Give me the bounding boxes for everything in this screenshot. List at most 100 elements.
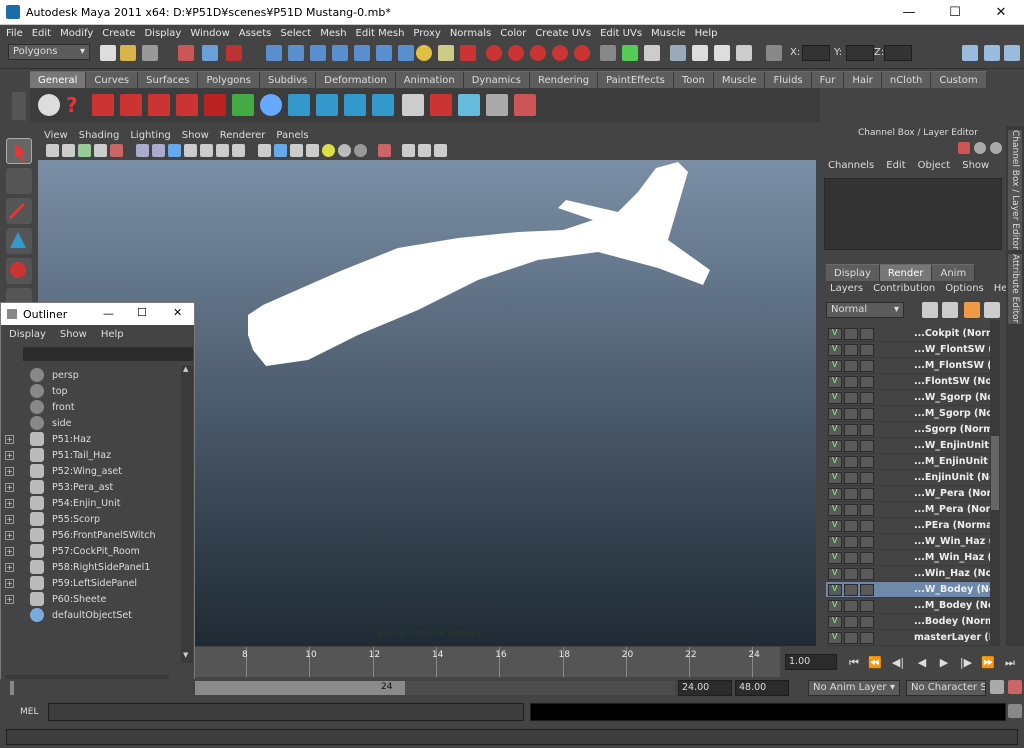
select-tool-icon[interactable] [6,138,32,164]
snap-view-plane-icon[interactable] [552,45,568,61]
close-button[interactable]: ✕ [978,0,1024,25]
step-forward-key-button[interactable]: |▶ [958,655,974,671]
layer-visibility-toggle[interactable] [828,615,842,628]
layer-visibility-toggle[interactable] [828,583,842,596]
shelf-tab-dynamics[interactable]: Dynamics [463,71,531,88]
shelf-tool-icon-12[interactable] [402,94,424,116]
snap-curve-icon[interactable] [508,45,524,61]
go-to-start-button[interactable]: ⏮ [846,655,862,671]
layer-row[interactable]: ...M_Sgorp (Normal) [826,406,990,422]
film-reel-icon[interactable] [38,94,60,116]
layer-render-toggle[interactable] [844,487,858,500]
resolution-gate-icon[interactable] [168,144,181,157]
layer-visibility-toggle[interactable] [828,327,842,340]
layer-render-toggle[interactable] [844,519,858,532]
layer-menu-options[interactable]: Options [945,283,984,294]
menu-display[interactable]: Display [144,28,181,39]
wireframe-icon[interactable] [258,144,271,157]
layer-recycle-toggle[interactable] [860,551,874,564]
menu-proxy[interactable]: Proxy [413,28,440,39]
shelf-tool-icon-7[interactable] [260,94,282,116]
expand-icon[interactable]: + [5,450,14,460]
shelf-tab-polygons[interactable]: Polygons [198,71,260,88]
new-scene-icon[interactable] [100,45,116,61]
snap-point-icon[interactable] [530,45,546,61]
shelf-tool-icon-4[interactable] [176,94,198,116]
layer-row[interactable]: ...W_Sgorp (Normal) [826,390,990,406]
shelf-tool-icon-11[interactable] [372,94,394,116]
layer-row[interactable]: ...W_Bodey (Normal) [826,582,990,598]
layer-row[interactable]: ...Sgorp (Normal) [826,422,990,438]
maximize-button[interactable]: ☐ [932,0,978,25]
output-connections-icon[interactable] [622,45,638,61]
command-language-label[interactable]: MEL [20,707,38,717]
layer-recycle-toggle[interactable] [860,407,874,420]
layer-render-toggle[interactable] [844,407,858,420]
channel-menu-object[interactable]: Object [918,160,951,171]
step-back-frame-button[interactable]: ⏪ [867,655,883,671]
layer-row[interactable]: ...M_EnjinUnit (Norm [826,454,990,470]
create-layer-icon[interactable] [922,302,938,318]
lock-selection-icon[interactable] [438,45,454,61]
channel-list[interactable] [824,178,1002,250]
time-slider[interactable]: 8 10 12 14 16 18 20 22 24 [195,647,780,677]
outliner-item[interactable]: + P51:Haz [5,431,91,447]
layer-recycle-toggle[interactable] [860,343,874,356]
outliner-filter-field[interactable] [23,347,193,361]
layer-row[interactable]: ...Cokpit (Normal) [826,326,990,342]
shelf-tab-rendering[interactable]: Rendering [530,71,599,88]
mask-misc-icon[interactable] [416,45,432,61]
layer-row[interactable]: ...M_Win_Haz (Norm [826,550,990,566]
shelf-tool-icon-16[interactable] [514,94,536,116]
shelf-tab-fur[interactable]: Fur [811,71,845,88]
wireframe-on-shaded-icon[interactable] [290,144,303,157]
layer-recycle-toggle[interactable] [860,359,874,372]
shelf-tab-toon[interactable]: Toon [673,71,714,88]
shelf-tool-icon-1[interactable] [92,94,114,116]
expand-icon[interactable]: + [5,466,14,476]
bookmarks-icon[interactable] [78,144,91,157]
render-settings-icon[interactable] [736,45,752,61]
mask-rendering-icon[interactable] [398,45,414,61]
layer-options-icon[interactable] [984,302,1000,318]
render-frame-icon[interactable] [692,45,708,61]
layer-row[interactable]: ...M_Pera (Normal) [826,502,990,518]
character-set-dropdown[interactable]: No Character Set [906,680,986,696]
lasso-tool-icon[interactable] [6,168,32,194]
range-slider-thumb[interactable] [195,681,405,695]
layer-render-toggle[interactable] [844,503,858,516]
shelf-tool-icon-10[interactable] [344,94,366,116]
layer-recycle-toggle[interactable] [860,599,874,612]
layer-render-toggle[interactable] [844,631,858,644]
layer-render-toggle[interactable] [844,583,858,596]
layer-menu-contribution[interactable]: Contribution [873,283,935,294]
layer-tab-anim[interactable]: Anim [932,264,976,281]
channel-box-icon-1[interactable] [958,142,970,154]
layer-render-toggle[interactable] [844,327,858,340]
outliner-item[interactable]: + P57:CockPit_Room [5,543,140,559]
select-object-icon[interactable] [202,45,218,61]
outliner-close-button[interactable]: ✕ [173,306,182,319]
layer-recycle-toggle[interactable] [860,631,874,644]
mask-surfaces-icon[interactable] [332,45,348,61]
z-field[interactable] [884,45,912,61]
image-plane-icon[interactable] [94,144,107,157]
outliner-item[interactable]: + P54:Enjin_Unit [5,495,120,511]
outliner-item[interactable]: side [5,415,71,431]
layer-visibility-toggle[interactable] [828,407,842,420]
go-to-end-button[interactable]: ⏭ [1002,655,1018,671]
layer-recycle-toggle[interactable] [860,423,874,436]
layer-render-toggle[interactable] [844,471,858,484]
layer-recycle-toggle[interactable] [860,391,874,404]
textured-icon[interactable] [306,144,319,157]
expand-icon[interactable]: + [5,482,14,492]
shelf-tab-ncloth[interactable]: nCloth [881,71,932,88]
range-left-handle[interactable] [10,681,14,695]
layer-visibility-toggle[interactable] [828,423,842,436]
layer-visibility-toggle[interactable] [828,439,842,452]
paint-select-tool-icon[interactable] [6,198,32,224]
shelf-tool-icon-9[interactable] [316,94,338,116]
layer-recycle-toggle[interactable] [860,519,874,532]
render-settings-layer-icon[interactable] [964,302,980,318]
show-attribute-editor-icon[interactable] [962,45,978,61]
